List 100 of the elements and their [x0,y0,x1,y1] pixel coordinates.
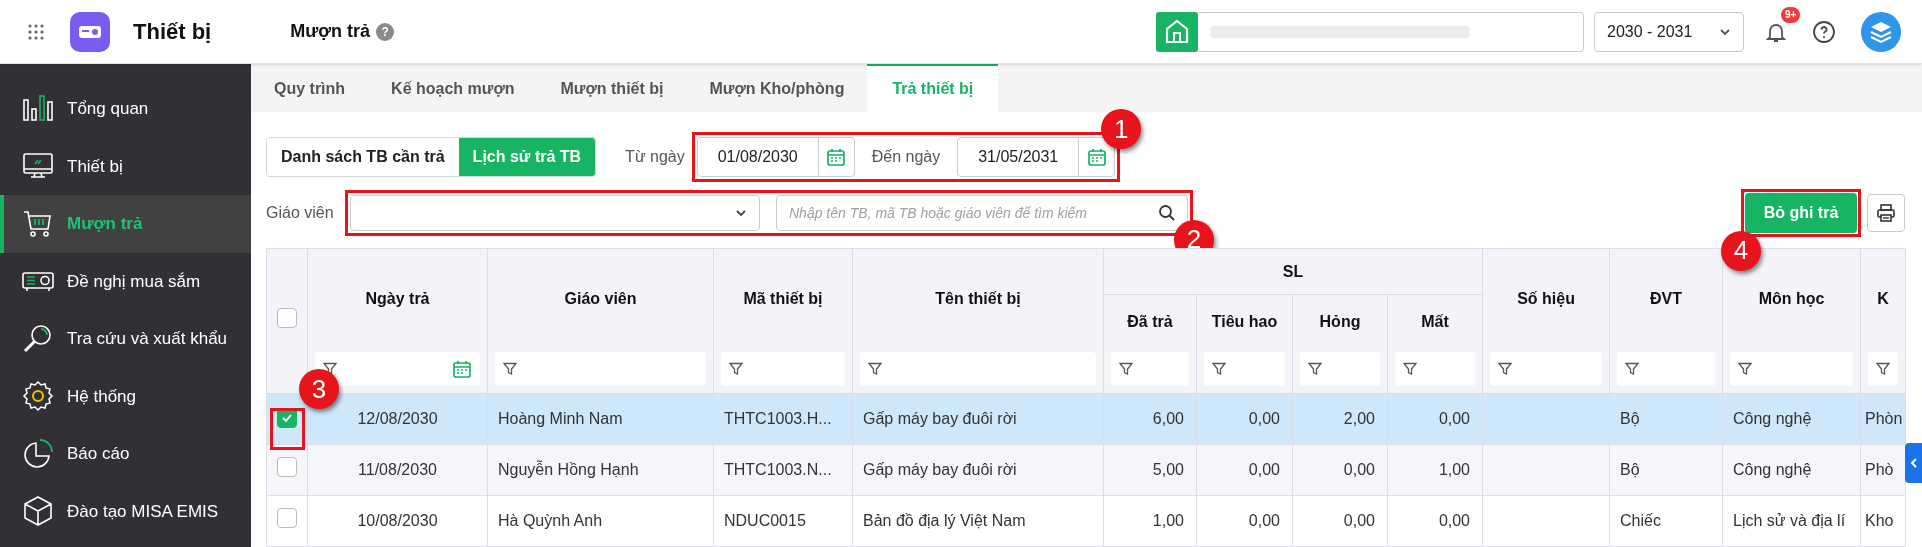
table-cell: Phò [1865,461,1894,478]
table-cell: Bộ [1620,461,1640,478]
column-header: Tên thiết bị [935,290,1021,308]
check-icon [281,412,293,424]
checkbox[interactable] [277,507,297,528]
table-cell: 0,00 [1343,512,1375,529]
sidebar-item[interactable]: Tra cứu và xuất khẩu [0,310,251,368]
app-logo-icon [70,11,110,52]
filter-icon [1403,361,1417,376]
to-date-label: Đến ngày [871,147,941,167]
column-header: Đã trả [1127,313,1173,331]
teacher-label: Giáo viên [266,202,335,223]
table-cell: 12/08/2030 [357,410,438,427]
step-badge: 1 [1101,109,1142,149]
app-grid-icon[interactable] [28,23,44,40]
table-cell: Công nghệ [1733,410,1812,427]
tab[interactable]: Mượn Kho/phòng [686,64,868,112]
search-field[interactable]: Nhập tên TB, mã TB hoặc giáo viên để tìm kiếm [776,194,1188,231]
table-cell: 6,00 [1152,410,1184,427]
table-cell: Hoàng Minh Nam [498,410,623,427]
column-filter-field[interactable] [1111,351,1189,386]
printer-icon [1876,202,1896,223]
column-filter-field[interactable] [1730,351,1853,386]
table-cell: Bộ [1620,410,1640,427]
tab[interactable]: Quy trình [251,64,369,112]
collapse-tab[interactable] [1905,443,1922,483]
table-cell: Công nghệ [1733,461,1812,478]
table-cell: 2,00 [1343,410,1375,427]
from-date-label: Từ ngày [625,147,685,167]
table-cell: 0,00 [1438,410,1470,427]
column-header: Mất [1421,313,1449,331]
column-header: Ngày trả [365,290,430,308]
pie-chart-icon [22,437,54,470]
column-filter-field[interactable] [1490,351,1602,386]
column-filter-field[interactable] [1204,351,1285,386]
table-cell: 0,00 [1438,512,1470,529]
tab[interactable]: Mượn thiết bị [537,64,687,112]
column-header: ĐVT [1650,290,1682,308]
from-date-field[interactable]: 01/08/2030 [696,137,855,177]
table-row[interactable]: 10/08/2030 Hà Quỳnh Anh NDUC0015 Bản đồ địa lý Việt Nam 1,00 0,00 0,00 0,00 Chiếc Lịch sử và địa lí Kho [266,495,1906,547]
table-cell: 1,00 [1152,512,1184,529]
column-header: Số hiệu [1517,290,1575,308]
column-header: Tiêu hao [1211,313,1278,331]
chevron-left-icon [1908,458,1919,468]
filter-icon [868,361,882,376]
sidebar-item[interactable]: Mượn trả [0,195,251,253]
table-cell: 10/08/2030 [357,512,438,529]
column-group-header: SL [1282,262,1304,280]
filter-icon [729,361,743,376]
checkbox[interactable] [277,307,297,328]
column-filter-field[interactable] [1300,351,1380,386]
print-button[interactable] [1867,193,1905,232]
checkbox[interactable] [277,456,297,477]
calendar-icon[interactable] [1086,147,1107,167]
sidebar-item[interactable]: Hệ thống [0,367,251,425]
sidebar-item[interactable]: Đề nghị mua sắm [0,252,251,310]
school-field[interactable] [1198,11,1584,52]
sidebar-item[interactable]: Tổng quan [0,80,251,138]
user-avatar[interactable] [1861,11,1901,52]
calendar-icon[interactable] [826,147,847,167]
column-filter-field[interactable] [1617,351,1715,386]
column-filter-field[interactable] [721,351,845,386]
column-header: Mã thiết bị [743,290,823,308]
table-cell: Kho [1865,512,1894,529]
table-cell: 11/08/2030 [358,461,437,478]
table-cell: THTC1003.N... [724,461,832,478]
filter-icon [1212,361,1226,376]
filter-icon [1625,361,1639,376]
app-title: Thiết bị [133,18,212,46]
table-cell: 0,00 [1248,410,1280,427]
page-title: Mượn trả [290,20,371,43]
settings-icon [22,380,54,413]
filter-icon [1876,361,1890,376]
column-header: Giáo viên [564,290,637,308]
calendar-icon[interactable] [452,358,472,379]
table-row[interactable]: 11/08/2030 Nguyễn Hồng Hạnh THTC1003.N... Gấp máy bay đuôi rời 5,00 0,00 0,00 1,00 Bộ Công nghệ Phò [266,444,1906,496]
table-cell: Chiếc [1620,512,1661,529]
column-filter-field[interactable] [495,351,706,386]
column-filter-field[interactable] [1868,351,1898,386]
table-cell: Gấp máy bay đuôi rời [863,410,1017,427]
column-filter-field[interactable] [1395,351,1475,386]
table-cell: Bản đồ địa lý Việt Nam [863,512,1026,529]
column-filter-field[interactable] [860,351,1096,386]
table-cell: 0,00 [1248,461,1280,478]
teacher-select[interactable] [350,194,760,231]
cube-icon [22,495,54,528]
filter-icon [1738,361,1752,376]
table-cell: Phòn [1865,410,1903,427]
sidebar-item[interactable]: Đào tạo MISA EMIS [0,482,251,540]
tab[interactable]: Kế hoạch mượn [368,64,538,112]
filter-icon [503,361,517,376]
year-select[interactable]: 2030 - 2031 [1594,11,1744,52]
table-cell: Lịch sử và địa lí [1733,512,1846,529]
help-icon[interactable] [1812,19,1836,44]
table-cell: THTC1003.H... [724,410,832,427]
sidebar-item[interactable]: Thiết bị [0,137,251,195]
table-cell: Hà Quỳnh Anh [498,512,603,529]
search-icon[interactable] [1158,203,1176,222]
home-icon[interactable] [1156,11,1198,52]
sidebar-item[interactable]: Báo cáo [0,425,251,483]
